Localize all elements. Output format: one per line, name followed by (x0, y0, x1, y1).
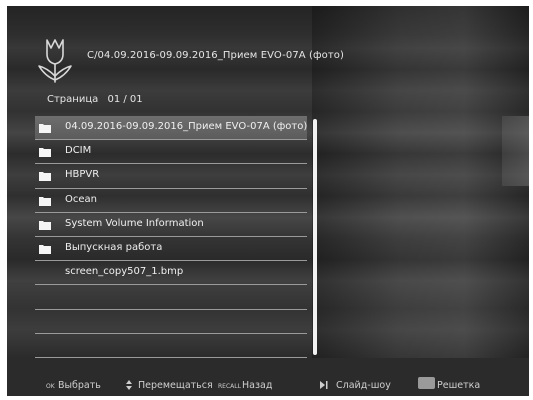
list-item-label: screen_copy507_1.bmp (65, 266, 184, 278)
folder-icon (39, 244, 51, 254)
move-hint[interactable]: Перемещаться (138, 380, 213, 391)
preview-highlight (502, 116, 529, 186)
updown-arrows-icon (126, 380, 132, 390)
list-item-label: System Volume Information (65, 217, 204, 229)
list-item-label: Выпускная работа (65, 241, 163, 253)
ok-key-icon: OK (46, 383, 55, 390)
list-item[interactable]: Выпускная работа (35, 237, 307, 262)
list-item[interactable]: HBPVR (35, 164, 307, 189)
list-item-label: HBPVR (65, 169, 100, 181)
folder-icon (39, 172, 51, 182)
select-hint[interactable]: Выбрать (58, 380, 101, 391)
list-item[interactable]: System Volume Information (35, 213, 307, 237)
recall-key-icon: RECALL (218, 383, 241, 390)
back-hint[interactable]: Назад (242, 380, 272, 391)
grid-hint[interactable]: Решетка (437, 380, 480, 391)
slideshow-hint[interactable]: Слайд-шоу (336, 380, 391, 391)
list-item[interactable]: 04.09.2016-09.09.2016_Прием EVO-07A (фот… (35, 116, 308, 141)
file-list: 04.09.2016-09.09.2016_Прием EVO-07A (фот… (35, 116, 307, 358)
folder-icon (39, 148, 51, 158)
preview-area (312, 6, 529, 358)
scrollbar[interactable] (313, 119, 317, 355)
list-item[interactable]: DCIM (35, 140, 307, 165)
empty-row (35, 334, 307, 358)
page-label: Страница (47, 94, 99, 105)
page-number: 01 / 01 (107, 94, 143, 105)
folder-icon (39, 124, 51, 133)
list-item[interactable]: screen_copy507_1.bmp (35, 261, 307, 286)
grid-color-key-icon (418, 377, 435, 389)
list-item[interactable]: Ocean (35, 189, 307, 213)
play-pause-icon (320, 381, 328, 389)
tulip-logo-icon (38, 39, 72, 83)
empty-row (35, 310, 307, 334)
list-item-label: 04.09.2016-09.09.2016_Прием EVO-07A (фот… (65, 121, 308, 132)
folder-icon (39, 196, 51, 206)
list-item-label: DCIM (65, 145, 92, 157)
empty-row (35, 285, 307, 310)
page-indicator: Страница 01 / 01 (47, 94, 143, 105)
media-browser-screen: C/04.09.2016-09.09.2016_Прием EVO-07A (ф… (7, 6, 529, 396)
list-item-label: Ocean (65, 193, 97, 205)
current-path: C/04.09.2016-09.09.2016_Прием EVO-07A (ф… (87, 50, 345, 61)
folder-icon (39, 220, 51, 230)
